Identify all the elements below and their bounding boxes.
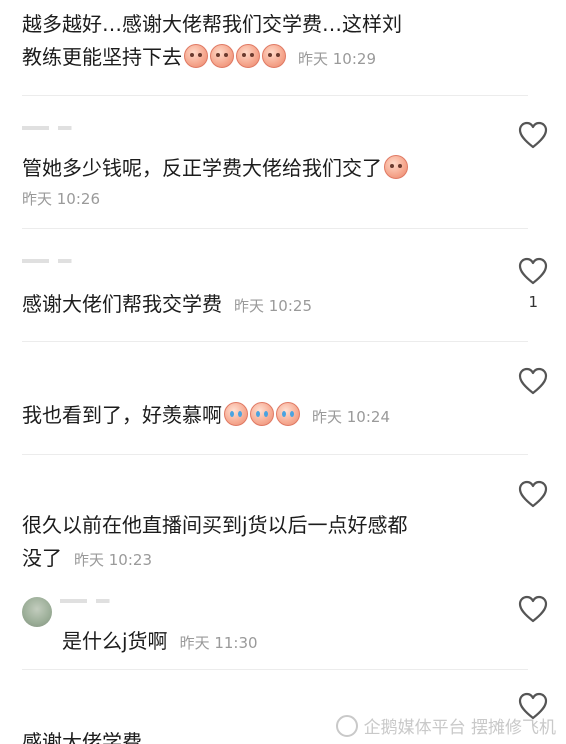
heart-outline-icon[interactable]	[518, 480, 548, 508]
peach-face-emoji-icon	[210, 44, 234, 68]
username-blurred	[60, 599, 150, 603]
crying-face-emoji-icon	[250, 402, 274, 426]
divider	[22, 341, 528, 342]
comment-time: 昨天 10:26	[22, 190, 100, 208]
divider	[22, 454, 528, 455]
comment-body: 感谢大佬们帮我交学费 昨天 10:25	[22, 288, 482, 323]
comment-body: 很久以前在他直播间买到j货以后一点好感都 没了 昨天 10:23	[22, 509, 482, 577]
peach-face-emoji-icon	[384, 155, 408, 179]
peach-face-emoji-icon	[262, 44, 286, 68]
heart-outline-icon[interactable]	[518, 595, 548, 623]
comment-feed: 越多越好…感谢大佬帮我们交学费…这样刘 教练更能坚持下去 昨天 10:29 管她多…	[0, 0, 566, 744]
watermark-text: 企鹅媒体平台 摆摊修飞机	[363, 718, 556, 738]
peach-face-emoji-icon	[184, 44, 208, 68]
comment-text: 感谢大佬学费	[22, 730, 142, 744]
comment-time: 昨天 11:30	[179, 634, 258, 652]
comment-text: 管她多少钱呢，反正学费大佬给我们交了	[22, 156, 382, 180]
heart-outline-icon[interactable]	[518, 257, 548, 285]
heart-outline-icon[interactable]	[518, 367, 548, 395]
like-count: 1	[528, 293, 538, 311]
comment-time: 昨天 10:24	[312, 408, 390, 426]
comment-body: 我也看到了，好羡慕啊 昨天 10:24	[22, 399, 482, 434]
divider	[22, 228, 528, 229]
peach-face-emoji-icon	[236, 44, 260, 68]
divider	[22, 669, 528, 670]
heart-outline-icon[interactable]	[518, 121, 548, 149]
comment-text: 感谢大佬们帮我交学费	[22, 292, 222, 316]
comment-time: 昨天 10:25	[234, 297, 312, 315]
watermark: 企鹅媒体平台 摆摊修飞机	[335, 713, 556, 738]
crying-face-emoji-icon	[224, 402, 248, 426]
comment-time: 昨天 10:23	[74, 551, 152, 569]
comment-text: 是什么j货啊	[62, 629, 168, 653]
divider	[22, 95, 528, 96]
comment-body: 管她多少钱呢，反正学费大佬给我们交了	[22, 152, 482, 185]
comment-body: 越多越好…感谢大佬帮我们交学费…这样刘 教练更能坚持下去 昨天 10:29	[22, 8, 482, 76]
qiee-logo-icon	[335, 714, 358, 737]
username-blurred	[22, 126, 112, 130]
comment-text: 我也看到了，好羡慕啊	[22, 403, 222, 427]
crying-face-emoji-icon	[276, 402, 300, 426]
comment-body: 是什么j货啊 昨天 11:30	[62, 625, 522, 660]
username-blurred	[22, 259, 112, 263]
avatar[interactable]	[22, 597, 52, 627]
comment-time: 昨天 10:29	[298, 50, 376, 68]
